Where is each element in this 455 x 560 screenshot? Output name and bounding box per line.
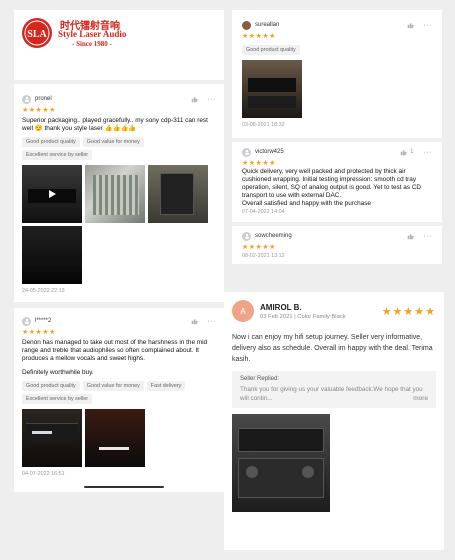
- review-date: 04-07-2022 16:51: [22, 471, 65, 477]
- review-tag: Good value for money: [82, 137, 144, 147]
- review-text: Denon has managed to take out most of th…: [22, 339, 208, 362]
- like-button[interactable]: [191, 318, 198, 325]
- review-photo[interactable]: [85, 165, 145, 223]
- reply-text: Thank you for giving us your valuable fe…: [240, 386, 428, 403]
- rating-stars: ★★★★★: [242, 244, 276, 251]
- review-photo[interactable]: [85, 409, 145, 467]
- svg-text:SLA: SLA: [27, 29, 47, 40]
- more-options-icon[interactable]: ···: [424, 22, 433, 29]
- avatar: [22, 94, 31, 104]
- review-photo[interactable]: [22, 409, 82, 467]
- review-text: Quick delivery, very well packed and pro…: [242, 168, 422, 199]
- avatar-initial: A: [240, 306, 246, 316]
- avatar: A: [232, 300, 254, 322]
- avatar: [22, 316, 31, 326]
- avatar: [242, 147, 251, 157]
- review-text: Now i can enjoy my hifi setup journey. S…: [232, 334, 433, 363]
- review-card-amirol: A AMIROL B. 03 Feb 2021 | Color Family:B…: [224, 292, 444, 550]
- rating-stars: ★★★★★: [242, 33, 276, 40]
- review-tag: Excellent service by seller: [22, 394, 93, 404]
- reply-title: Seller Replied:: [240, 376, 280, 382]
- rating-stars: ★★★★★: [22, 107, 56, 114]
- thumbs-up-icon: [400, 149, 407, 155]
- scroll-indicator: [84, 486, 164, 488]
- thumbs-up-icon: [191, 96, 198, 102]
- play-icon: [49, 190, 56, 198]
- review-tag: Good product quality: [242, 45, 300, 55]
- review-tag: Good product quality: [22, 381, 80, 391]
- review-tag: Good value for money: [82, 381, 144, 391]
- review-photos: [22, 165, 216, 284]
- review-tag: Excellent service by seller: [22, 150, 93, 160]
- review-tags: Good product quality: [242, 45, 432, 55]
- review-text: Superior packaging.. played gracefully..…: [22, 117, 208, 132]
- review-photos: [242, 60, 432, 118]
- review-card-l2: l*****2 ··· ★★★★★ Denon has managed to t…: [14, 308, 224, 492]
- reviewer-name: l*****2: [35, 318, 52, 324]
- review-date: 24-05-2022 22:13: [22, 288, 65, 294]
- rating-stars: ★★★★★: [22, 329, 56, 336]
- reviewer-name: sowcheeming: [255, 233, 292, 239]
- review-photo[interactable]: [232, 414, 330, 512]
- rating-stars: ★★★★★: [242, 160, 276, 167]
- logo-since: - Since 1980 -: [72, 40, 112, 48]
- more-options-icon[interactable]: ···: [424, 149, 433, 156]
- review-photo[interactable]: [22, 165, 82, 223]
- more-options-icon[interactable]: ···: [208, 318, 217, 325]
- review-meta: 03 Feb 2021 | Color Family:Black: [260, 313, 346, 320]
- review-card-sowcheeming: sowcheeming ··· ★★★★★ 08-02-2021 13:12: [232, 226, 442, 264]
- review-date: 07-04-2022 14:04: [242, 209, 285, 215]
- review-photo[interactable]: [242, 60, 302, 118]
- review-collage: SLA 时代镭射音响 Style Laser Audio - Since 198…: [0, 0, 455, 560]
- reviewer-name: victorw425: [255, 149, 284, 155]
- like-count: 1: [410, 149, 414, 155]
- thumbs-up-icon: [191, 318, 198, 324]
- review-text-2: Overall satisfied and happy with the pur…: [242, 200, 371, 207]
- review-tag: Good product quality: [22, 137, 80, 147]
- review-tags: Good product quality Good value for mone…: [22, 381, 216, 404]
- review-photo[interactable]: [148, 165, 208, 223]
- review-tags: Good product quality Good value for mone…: [22, 137, 216, 160]
- review-tag: Fast delivery: [146, 381, 186, 391]
- like-button[interactable]: [191, 96, 198, 103]
- review-text-2: Definitely worthwhile buy.: [22, 369, 94, 376]
- review-card-pronel: pronel ··· ★★★★★ Superior packaging.. pl…: [14, 84, 224, 302]
- reply-more-link[interactable]: more: [413, 394, 428, 403]
- brand-logo: SLA 时代镭射音响 Style Laser Audio - Since 198…: [20, 16, 140, 56]
- like-button[interactable]: 1: [400, 149, 414, 156]
- reviewer-name: AMIROL B.: [260, 302, 302, 312]
- review-date: 08-02-2021 13:12: [242, 253, 285, 259]
- like-button[interactable]: [407, 22, 414, 29]
- avatar: [242, 20, 251, 30]
- rating-stars: ★★★★★: [381, 305, 436, 318]
- review-card-victorw425: victorw425 1 ··· ★★★★★ Quick delivery, v…: [232, 142, 442, 222]
- logo-name: Style Laser Audio: [58, 29, 127, 39]
- review-date: 03-08-2021 18:32: [242, 122, 285, 128]
- review-photos: [22, 409, 216, 467]
- avatar: [242, 231, 251, 241]
- seller-reply: Seller Replied: Thank you for giving us …: [232, 371, 436, 408]
- reviewer-name: sureallan: [255, 22, 280, 28]
- logo-card: SLA 时代镭射音响 Style Laser Audio - Since 198…: [14, 10, 224, 80]
- thumbs-up-icon: [407, 22, 414, 28]
- brand-logo-icon: SLA: [22, 18, 52, 48]
- more-options-icon[interactable]: ···: [424, 233, 433, 240]
- review-photo[interactable]: [22, 226, 82, 284]
- review-card-sureallan: sureallan ··· ★★★★★ Good product quality…: [232, 10, 442, 138]
- more-options-icon[interactable]: ···: [208, 96, 217, 103]
- reviewer-name: pronel: [35, 96, 52, 102]
- like-button[interactable]: [407, 233, 414, 240]
- thumbs-up-icon: [407, 233, 414, 239]
